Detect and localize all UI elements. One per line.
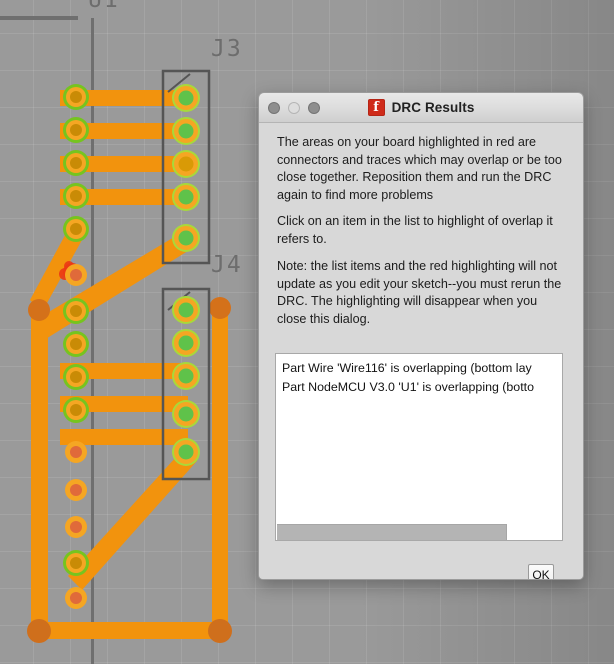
pcb-label-j3: J3: [211, 36, 243, 62]
dialog-titlebar[interactable]: f DRC Results: [259, 93, 583, 123]
drc-click-hint-paragraph: Click on an item in the list to highligh…: [277, 214, 553, 246]
horizontal-scrollbar-thumb[interactable]: [277, 524, 507, 540]
ok-button[interactable]: OK: [528, 564, 554, 579]
drc-results-dialog: f DRC Results The areas on your board hi…: [258, 92, 584, 580]
pcb-label-j4: J4: [211, 252, 243, 278]
dialog-title-group: f DRC Results: [259, 93, 583, 122]
pcb-label-u1: U1: [88, 0, 120, 13]
drc-results-list[interactable]: Part Wire 'Wire116' is overlapping (bott…: [275, 353, 563, 541]
dialog-title: DRC Results: [391, 100, 475, 115]
drc-note-paragraph: Note: the list items and the red highlig…: [277, 259, 562, 326]
list-item[interactable]: Part Wire 'Wire116' is overlapping (bott…: [276, 354, 562, 378]
horizontal-scrollbar[interactable]: [277, 524, 561, 540]
dialog-body: The areas on your board highlighted in r…: [259, 123, 583, 579]
fritzing-icon-glyph: f: [373, 100, 379, 115]
drc-intro-paragraph: The areas on your board highlighted in r…: [277, 135, 562, 202]
list-item[interactable]: Part NodeMCU V3.0 'U1' is overlapping (b…: [276, 378, 562, 397]
application-window: U1 J3 J4 f DRC Results The areas on your…: [0, 0, 614, 664]
fritzing-icon: f: [367, 99, 385, 116]
